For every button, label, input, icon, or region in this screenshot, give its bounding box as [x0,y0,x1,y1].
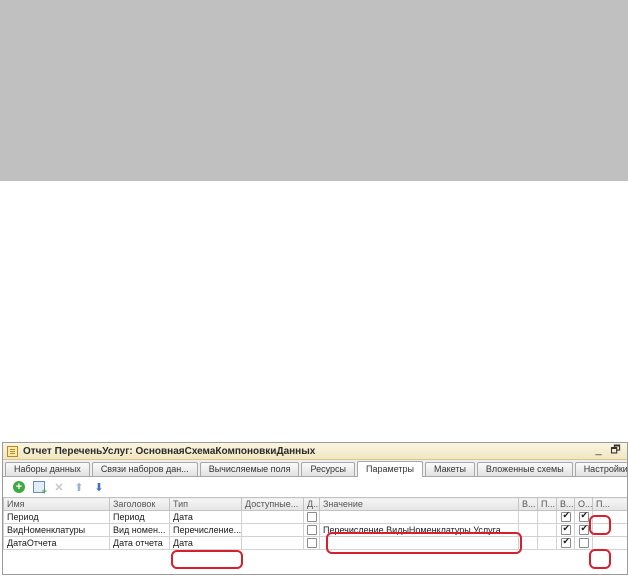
column-header[interactable]: В... [518,497,538,511]
restore-button[interactable]: 🗗 [610,444,621,457]
column-header[interactable]: Д... [303,497,320,511]
parameters-toolbar: + ✕ ⬆ ⬇ [3,477,627,497]
param-type-cell[interactable]: Дата [169,536,242,550]
checkbox-checked[interactable] [560,525,571,536]
checkbox-checked[interactable] [578,512,589,523]
param-value-cell[interactable] [319,510,519,524]
param-available-cell[interactable] [241,536,304,550]
table-row[interactable]: ВидНоменклатуры Вид номен... Перечислени… [3,523,627,537]
column-header[interactable]: Заголовок [109,497,170,511]
param-o-cell[interactable] [574,510,593,524]
checkbox[interactable] [306,538,317,549]
report-schema-window: Отчет ПереченьУслуг: ОсновнаяСхемаКомпон… [2,442,628,575]
param-o-cell[interactable] [574,536,593,550]
param-o-cell[interactable] [574,523,593,537]
column-header[interactable]: Имя [3,497,110,511]
minimize-button[interactable]: _ [593,444,604,457]
tab-calculated-fields[interactable]: Вычисляемые поля [199,462,300,476]
param-title-cell[interactable]: Вид номен... [109,523,170,537]
tab-resources[interactable]: Ресурсы [301,462,355,476]
param-name-cell[interactable]: ВидНоменклатуры [3,523,110,537]
param-v1-cell[interactable] [518,536,538,550]
param-title-cell[interactable]: Дата отчета [109,536,170,550]
param-p1-cell[interactable] [537,536,557,550]
param-d-cell[interactable] [303,523,320,537]
param-value-cell[interactable]: Перечисление.ВидыНоменклатуры.Услуга [319,523,519,537]
move-up-icon[interactable]: ⬆ [73,481,85,494]
param-v1-cell[interactable] [518,510,538,524]
param-name-cell[interactable]: ДатаОтчета [3,536,110,550]
parameters-table: Имя Заголовок Тип Доступные... Д... Знач… [3,497,627,550]
param-v2-cell[interactable] [556,510,575,524]
add-icon[interactable]: + [13,481,25,493]
param-value-cell[interactable] [319,536,519,550]
column-header[interactable]: Доступные... [241,497,304,511]
tab-settings[interactable]: Настройки [574,462,627,476]
tab-datasets[interactable]: Наборы данных [5,462,90,476]
param-available-cell[interactable] [241,510,304,524]
checkbox-checked[interactable] [560,538,571,549]
table-header-row: Имя Заголовок Тип Доступные... Д... Знач… [3,497,627,511]
column-header[interactable]: Тип [169,497,242,511]
param-p1-cell[interactable] [537,510,557,524]
delete-icon[interactable]: ✕ [53,481,65,494]
column-header[interactable]: П... [537,497,557,511]
param-title-cell[interactable]: Период [109,510,170,524]
param-v2-cell[interactable] [556,536,575,550]
param-name-cell[interactable]: Период [3,510,110,524]
tab-templates[interactable]: Макеты [424,462,475,476]
checkbox[interactable] [306,512,317,523]
param-available-cell[interactable] [241,523,304,537]
checkbox[interactable] [306,525,317,536]
param-d-cell[interactable] [303,536,320,550]
checkbox-checked[interactable] [560,512,571,523]
param-type-cell[interactable]: Дата [169,510,242,524]
checkbox[interactable] [578,538,589,549]
gray-banner [0,0,628,181]
copy-icon[interactable] [33,481,47,496]
document-icon [7,445,18,457]
param-type-cell[interactable]: Перечисление... [169,523,242,537]
window-title: Отчет ПереченьУслуг: ОсновнаяСхемаКомпон… [23,445,316,457]
checkbox-checked[interactable] [578,525,589,536]
move-down-icon[interactable]: ⬇ [93,481,105,494]
param-d-cell[interactable] [303,510,320,524]
param-p2-cell[interactable] [592,510,627,524]
param-v1-cell[interactable] [518,523,538,537]
param-p1-cell[interactable] [537,523,557,537]
column-header[interactable]: В... [556,497,575,511]
column-header[interactable]: П... [592,497,627,511]
table-row[interactable]: Период Период Дата [3,510,627,524]
param-p2-cell[interactable] [592,523,627,537]
tab-dataset-links[interactable]: Связи наборов дан... [91,462,198,476]
column-header[interactable]: О... [574,497,593,511]
table-row[interactable]: ДатаОтчета Дата отчета Дата [3,536,627,550]
column-header[interactable]: Значение [319,497,519,511]
tab-nested-schemas[interactable]: Вложенные схемы [476,462,573,476]
param-p2-cell[interactable] [592,536,627,550]
title-bar: Отчет ПереченьУслуг: ОсновнаяСхемаКомпон… [3,443,627,460]
schema-tabs: Наборы данных Связи наборов дан... Вычис… [3,460,627,477]
param-v2-cell[interactable] [556,523,575,537]
tab-parameters[interactable]: Параметры [356,461,423,477]
window-controls: _ 🗗 [593,444,627,457]
